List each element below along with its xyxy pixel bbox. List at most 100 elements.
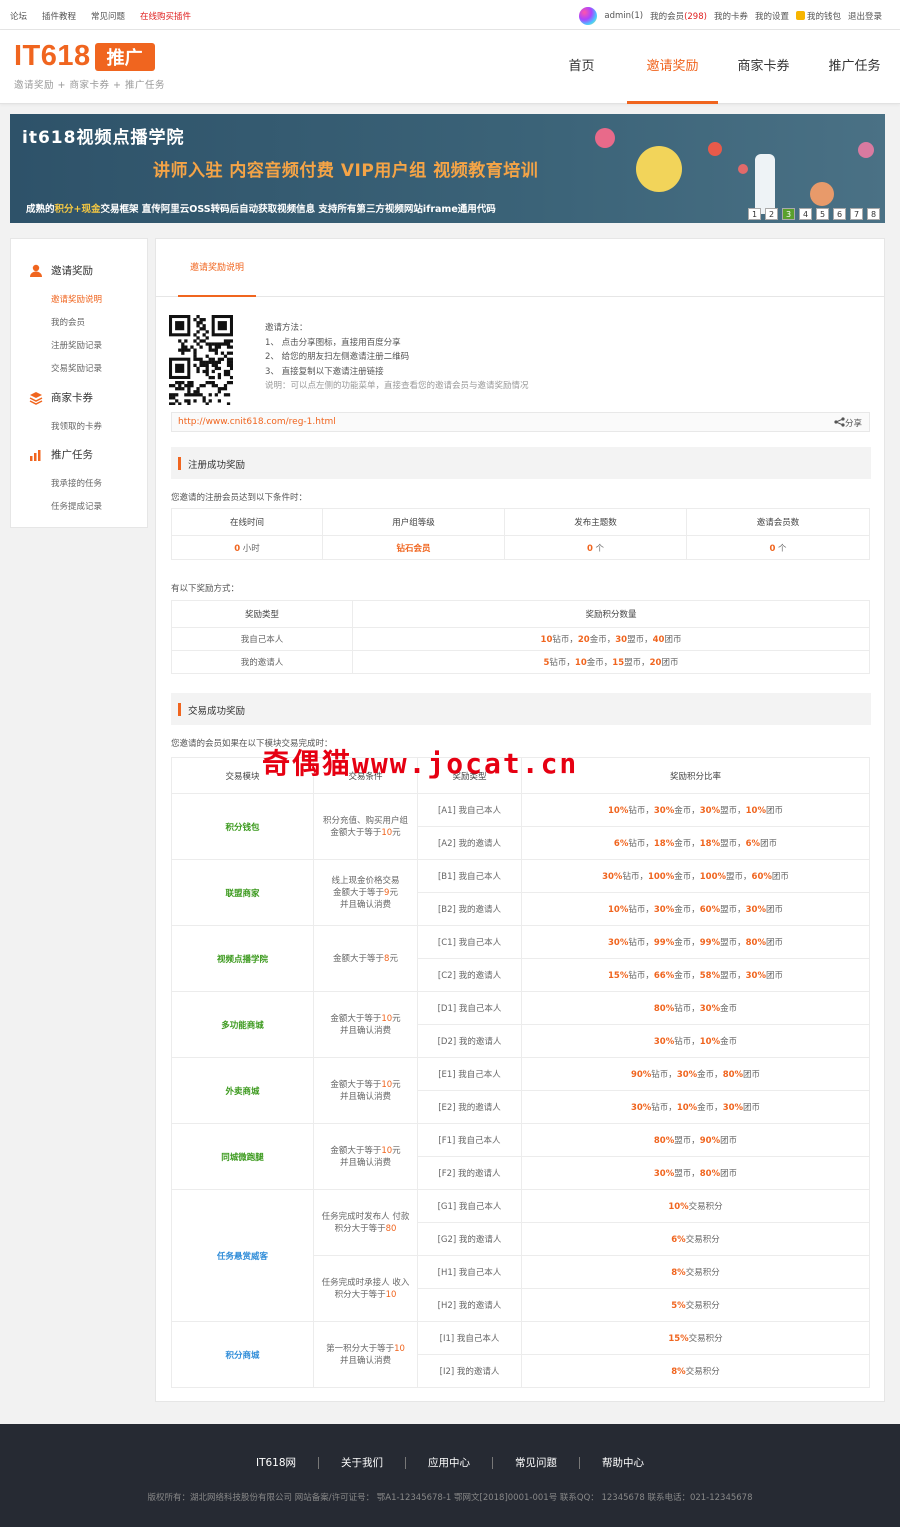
avatar-icon[interactable] — [579, 7, 598, 25]
sidebar-item-reg-records[interactable]: 注册奖励记录 — [51, 339, 102, 351]
banner-page-3[interactable]: 3 — [782, 208, 795, 220]
rate-value: 5% — [671, 1301, 686, 1311]
rate-unit: 盟币， — [720, 938, 746, 948]
banner-page-2[interactable]: 2 — [765, 208, 778, 220]
top-link-faq[interactable]: 常见问题 — [91, 10, 125, 22]
sidebar-item-my-coupons[interactable]: 我领取的卡券 — [51, 420, 102, 432]
table-row: 视频点播学院 金额大于等于8元 [C1] 我自己本人 30%钻币，99%金币，99%盟… — [171, 925, 870, 992]
sidebar-group-coupon[interactable]: 商家卡券 — [29, 390, 93, 405]
reward-type: [I1] 我自己本人 — [417, 1321, 522, 1355]
user-icon — [30, 264, 42, 277]
rate-value: 6% — [671, 1235, 686, 1245]
rate-unit: 交易积分 — [685, 1268, 720, 1278]
my-coupons-link[interactable]: 我的卡券 — [714, 10, 748, 22]
tab-invite-desc[interactable]: 邀请奖励说明 — [178, 239, 256, 297]
invite-url[interactable]: http://www.cnit618.com/reg-1.html — [178, 417, 336, 427]
top-link-buy[interactable]: 在线购买插件 — [140, 10, 191, 22]
logo-text: IT618 — [14, 40, 91, 72]
rate-value: 66% — [653, 971, 675, 981]
trade-module: 联盟商家 — [171, 859, 314, 926]
sidebar-item-trade-records[interactable]: 交易奖励记录 — [51, 362, 102, 374]
rate-value: 40 — [652, 635, 665, 645]
rate-unit: 交易积分 — [685, 1235, 720, 1245]
sidebar-group-invite[interactable]: 邀请奖励 — [29, 263, 93, 278]
rate-unit: 团币 — [743, 1103, 761, 1113]
banner-bottom-pre: 成熟的 — [26, 204, 55, 215]
rate-unit: 金币， — [674, 938, 700, 948]
reward-type: [H1] 我自己本人 — [417, 1255, 522, 1289]
top-link-tutorial[interactable]: 插件教程 — [42, 10, 76, 22]
banner-title: it618视频点播学院 — [22, 128, 185, 148]
share-label: 分享 — [844, 419, 862, 429]
top-link-forum[interactable]: 论坛 — [10, 10, 27, 22]
banner-page-4[interactable]: 4 — [799, 208, 812, 220]
rate-unit: 交易积分 — [685, 1367, 720, 1377]
trade-module: 多功能商城 — [171, 991, 314, 1058]
rate-value: 6% — [745, 839, 761, 849]
method-line: 2、 给您的朋友扫左侧邀请注册二维码 — [265, 352, 410, 362]
my-members-link[interactable]: 我的会员(298) — [650, 10, 707, 22]
nav-home[interactable]: 首页 — [536, 30, 627, 104]
nav-invite-reward[interactable]: 邀请奖励 — [627, 30, 718, 104]
rate-value: 20 — [649, 658, 662, 668]
rate-unit: 团币 — [661, 658, 679, 668]
user-link[interactable]: admin(1) — [604, 11, 643, 21]
rate-value: 30% — [745, 971, 766, 981]
rate-value: 10 — [540, 635, 553, 645]
nav-merchant-coupon[interactable]: 商家卡券 — [718, 30, 809, 104]
section-bar — [178, 703, 181, 716]
banner-page-8[interactable]: 8 — [867, 208, 880, 220]
table-header: 奖励类型 — [171, 600, 353, 628]
method-title: 邀请方法： — [265, 323, 308, 333]
rate-unit: 盟币， — [720, 806, 746, 816]
logo[interactable]: IT618 推广 邀请奖励 + 商家卡券 + 推广任务 — [14, 40, 165, 91]
rate-value: 100% — [699, 872, 727, 882]
trade-module: 任务悬赏威客 — [171, 1189, 314, 1322]
bar-chart-icon — [30, 449, 41, 461]
sidebar-group-label: 邀请奖励 — [51, 265, 93, 277]
rate-unit: 钻币， — [622, 872, 648, 882]
planet-decoration — [708, 142, 722, 156]
reward-amount: 10钻币，20金币，30盟币，40团币 — [352, 627, 870, 651]
footer-link[interactable]: 应用中心 — [406, 1457, 494, 1469]
sidebar-group-task[interactable]: 推广任务 — [29, 447, 93, 462]
sidebar-item-my-tasks[interactable]: 我承接的任务 — [51, 477, 102, 489]
nav-promo-task[interactable]: 推广任务 — [809, 30, 900, 104]
method-line: 1、 点击分享图标，直接用百度分享 — [265, 337, 401, 348]
banner-bottom-highlight: 积分+现金 — [54, 204, 101, 215]
sidebar-item-task-commission[interactable]: 任务提成记录 — [51, 500, 102, 512]
footer: IT618网 关于我们 应用中心 常见问题 帮助中心 版权所有：湖北网络科技股份… — [0, 1424, 900, 1527]
banner-page-1[interactable]: 1 — [748, 208, 761, 220]
footer-link[interactable]: 常见问题 — [493, 1457, 581, 1469]
sidebar-item-my-members[interactable]: 我的会员 — [51, 316, 85, 328]
my-members-label: 我的会员 — [650, 12, 685, 22]
footer-link[interactable]: 帮助中心 — [580, 1457, 666, 1469]
table-cell: 0 小时 — [171, 535, 323, 560]
rate-unit: 金币， — [674, 905, 700, 915]
share-button[interactable]: 分享 — [834, 417, 862, 429]
footer-link[interactable]: 关于我们 — [319, 1457, 407, 1469]
trade-condition: 第一积分大于等于10 并且确认消费 — [313, 1321, 418, 1388]
my-wallet-link[interactable]: 我的钱包 — [795, 10, 841, 22]
top-right-links: admin(1) 我的会员(298) 我的卡券 我的设置 我的钱包 退出登录 — [579, 7, 882, 25]
banner-page-5[interactable]: 5 — [816, 208, 829, 220]
reward-rate: 30%钻币，10%金币，30%团币 — [521, 1090, 870, 1124]
banner-page-6[interactable]: 6 — [833, 208, 846, 220]
rate-unit: 盟币， — [726, 872, 752, 882]
reward-type: [B1] 我自己本人 — [417, 859, 522, 893]
table-row: 我自己本人 10钻币，20金币，30盟币，40团币 — [171, 627, 870, 651]
table-header: 发布主题数 — [504, 508, 687, 536]
rate-value: 90% — [699, 1136, 721, 1146]
person-illustration — [755, 154, 775, 214]
rate-value: 80% — [722, 1070, 744, 1080]
logout-link[interactable]: 退出登录 — [848, 10, 882, 22]
rate-value: 15% — [668, 1334, 689, 1344]
banner-page-7[interactable]: 7 — [850, 208, 863, 220]
sidebar-item-invite-desc[interactable]: 邀请奖励说明 — [51, 293, 102, 305]
my-settings-link[interactable]: 我的设置 — [755, 10, 789, 22]
reward-rate: 5%交易积分 — [521, 1288, 870, 1322]
reward-rate: 8%交易积分 — [521, 1255, 870, 1289]
footer-link[interactable]: IT618网 — [234, 1457, 320, 1469]
rate-value: 30% — [653, 806, 675, 816]
banner[interactable]: it618视频点播学院 讲师入驻 内容音频付费 VIP用户组 视频教育培训 成熟… — [10, 114, 885, 223]
